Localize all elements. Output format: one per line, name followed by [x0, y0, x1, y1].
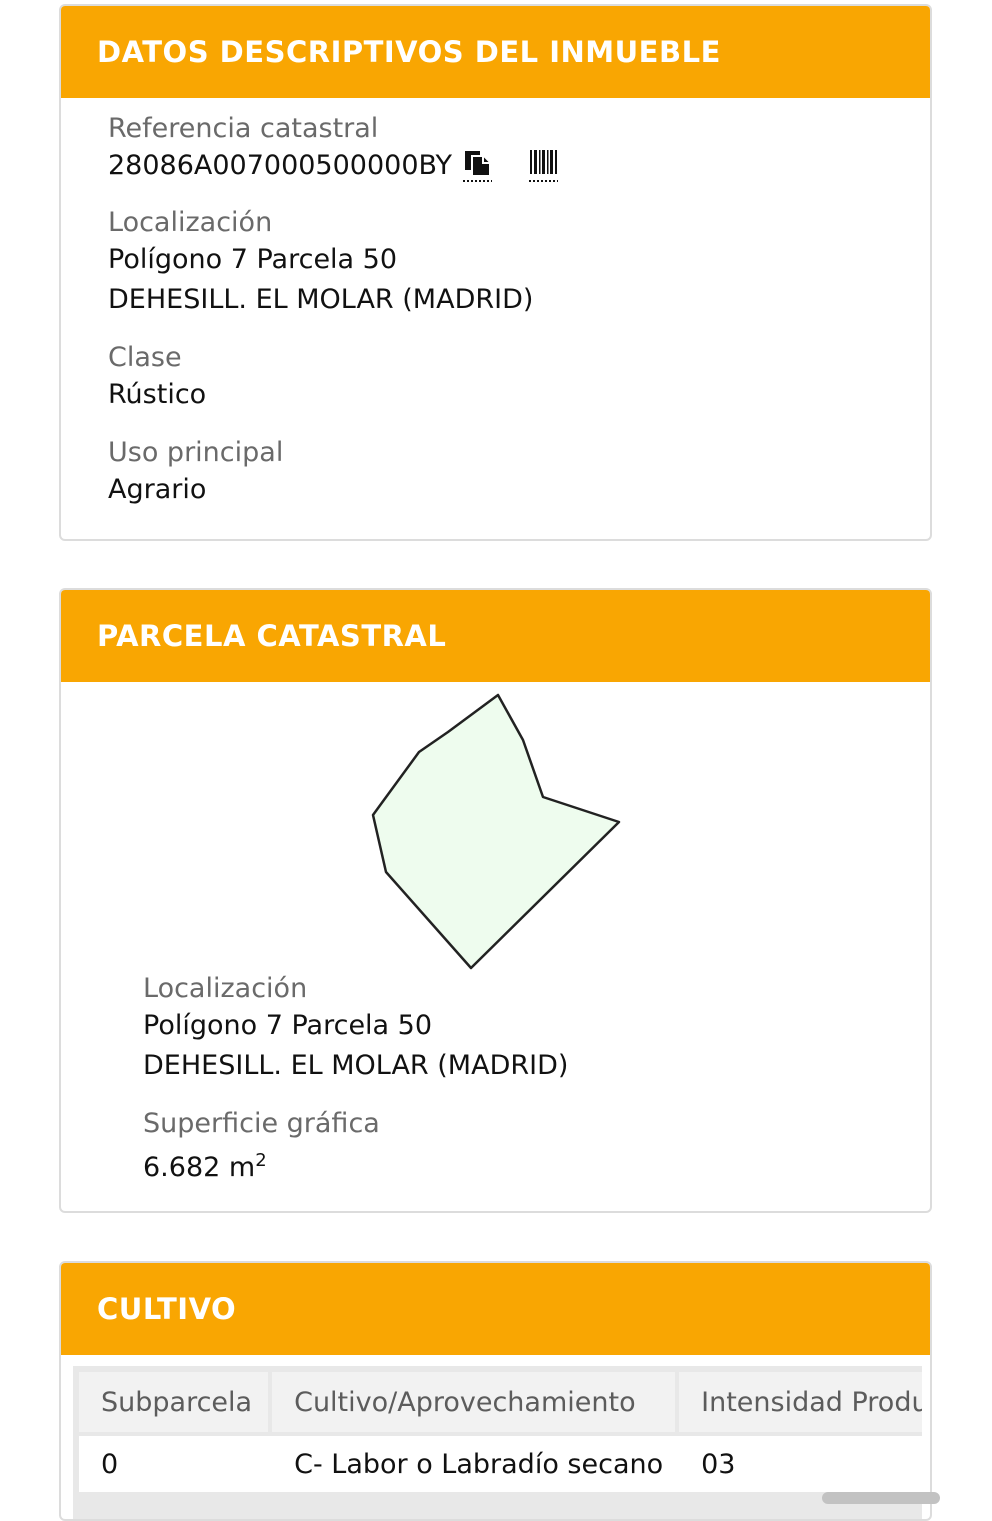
cultivo-header: CULTIVO	[61, 1263, 930, 1355]
cultivo-title: CULTIVO	[97, 1292, 237, 1326]
cultivo-table: Subparcela Cultivo/Aprovechamiento Inten…	[79, 1372, 922, 1492]
table-header-row: Subparcela Cultivo/Aprovechamiento Inten…	[79, 1372, 922, 1432]
surface-label: Superficie gráfica	[143, 1108, 380, 1139]
location-label: Localización	[108, 207, 273, 238]
class-field: Clase Rústico	[108, 341, 206, 415]
ref-value-row: 28086A007000500000BY	[108, 146, 560, 186]
column-header-subparcela: Subparcela	[79, 1372, 273, 1432]
parcel-location-label: Localización	[143, 973, 308, 1004]
cultivo-table-scroll[interactable]: Subparcela Cultivo/Aprovechamiento Inten…	[73, 1366, 922, 1519]
surface-field: Superficie gráfica 6.682 m2	[143, 1107, 380, 1188]
descriptive-data-title: DATOS DESCRIPTIVOS DEL INMUEBLE	[97, 35, 721, 69]
column-header-intensidad: Intensidad Productiva	[679, 1372, 922, 1432]
column-header-cultivo: Cultivo/Aprovechamiento	[272, 1372, 680, 1432]
location-field: Localización Polígono 7 Parcela 50 DEHES…	[108, 206, 533, 320]
table-row: 0 C- Labor o Labradío secano 03	[79, 1432, 922, 1492]
surface-value-row: 6.682 m2	[143, 1141, 380, 1188]
use-field: Uso principal Agrario	[108, 436, 283, 510]
parcel-header: PARCELA CATASTRAL	[61, 590, 930, 682]
parcel-polygon	[371, 693, 621, 970]
horizontal-scrollbar[interactable]	[822, 1492, 940, 1504]
descriptive-data-card: DATOS DESCRIPTIVOS DEL INMUEBLE Referenc…	[59, 4, 932, 541]
ref-label: Referencia catastral	[108, 113, 379, 144]
class-value: Rústico	[108, 379, 207, 410]
parcel-location-line1: Polígono 7 Parcela 50	[143, 1010, 433, 1041]
cultivo-card: CULTIVO Subparcela Cultivo/Aprovechamien…	[59, 1261, 932, 1521]
parcel-location-line2: DEHESILL. EL MOLAR (MADRID)	[143, 1050, 569, 1081]
surface-value: 6.682 m	[143, 1152, 256, 1183]
location-line1: Polígono 7 Parcela 50	[108, 244, 398, 275]
parcel-location-field: Localización Polígono 7 Parcela 50 DEHES…	[143, 972, 568, 1086]
use-label: Uso principal	[108, 437, 284, 468]
cell-subparcela: 0	[79, 1432, 273, 1492]
descriptive-data-header: DATOS DESCRIPTIVOS DEL INMUEBLE	[61, 6, 930, 98]
surface-unit-superscript: 2	[255, 1150, 267, 1171]
ref-value[interactable]: 28086A007000500000BY	[108, 146, 452, 186]
ref-field: Referencia catastral 28086A007000500000B…	[108, 112, 560, 186]
class-label: Clase	[108, 342, 182, 373]
parcel-card: PARCELA CATASTRAL Localización Polígono …	[59, 588, 932, 1213]
cell-intensidad: 03	[679, 1432, 922, 1492]
use-value: Agrario	[108, 474, 207, 505]
copy-icon[interactable]	[462, 148, 494, 184]
parcel-shape-map[interactable]	[61, 682, 930, 982]
cell-cultivo: C- Labor o Labradío secano	[272, 1432, 680, 1492]
barcode-icon[interactable]	[528, 148, 560, 184]
parcel-title: PARCELA CATASTRAL	[97, 619, 447, 653]
location-line2: DEHESILL. EL MOLAR (MADRID)	[108, 284, 534, 315]
